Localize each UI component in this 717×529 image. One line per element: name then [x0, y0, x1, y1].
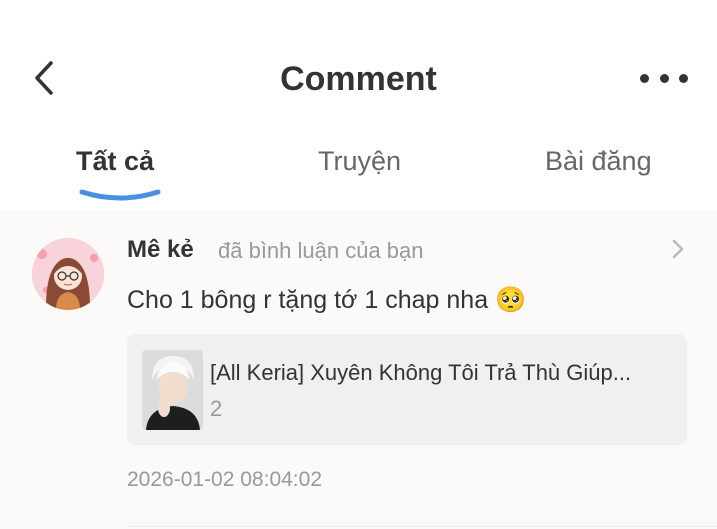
- active-tab-indicator: [79, 189, 161, 201]
- story-cover-image: [142, 350, 203, 430]
- tab-all[interactable]: Tất cả: [76, 146, 154, 177]
- header: Comment Tất cả Truyện Bài đăng: [0, 0, 717, 205]
- story-card[interactable]: [All Keria] Xuyên Không Tôi Trả Thù Giúp…: [127, 334, 687, 445]
- tab-stories[interactable]: Truyện: [318, 146, 401, 177]
- divider: [127, 526, 717, 527]
- more-options-button[interactable]: [640, 64, 688, 92]
- story-title[interactable]: [All Keria] Xuyên Không Tôi Trả Thù Giúp…: [210, 360, 675, 386]
- story-count: 2: [210, 396, 223, 421]
- chevron-right-icon[interactable]: [668, 238, 688, 260]
- notification-list: Mê kẻ đã bình luận của bạn Cho 1 bông r …: [0, 210, 717, 529]
- commenter-name[interactable]: Mê kẻ: [127, 236, 194, 264]
- comment-text: Cho 1 bông r tặng tớ 1 chap nha 🥺: [127, 286, 527, 314]
- action-text: đã bình luận của bạn: [218, 238, 424, 263]
- page-title: Comment: [280, 60, 437, 98]
- tab-bar: Tất cả Truyện Bài đăng: [0, 140, 717, 210]
- tab-posts[interactable]: Bài đăng: [545, 146, 652, 177]
- avatar[interactable]: [32, 238, 104, 310]
- timestamp: 2026-01-02 08:04:02: [127, 468, 322, 491]
- more-horizontal-icon: [640, 73, 649, 83]
